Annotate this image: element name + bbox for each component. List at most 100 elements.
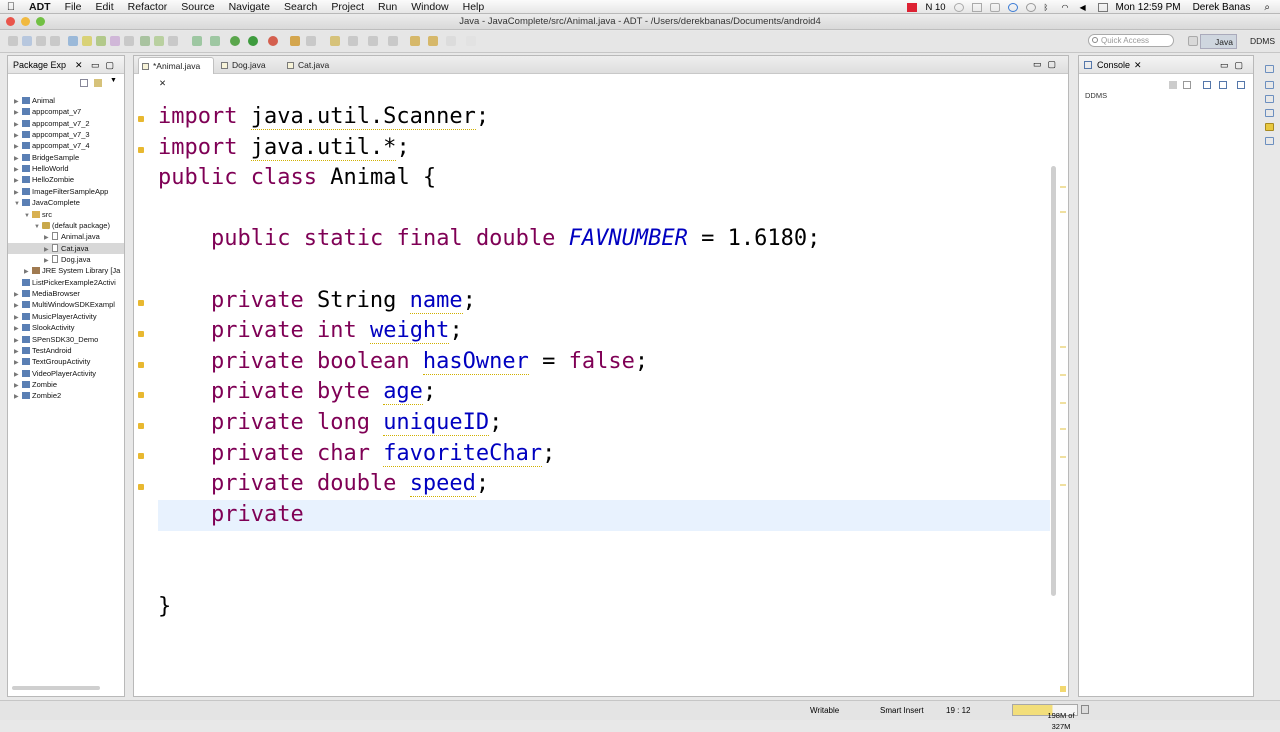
code-line[interactable]: import java.util.Scanner; [158, 102, 489, 132]
menu-file[interactable]: File [58, 1, 89, 13]
overview-marker[interactable] [1060, 456, 1066, 458]
quick-access-input[interactable]: Quick Access [1088, 34, 1174, 47]
warning-icon[interactable] [138, 392, 144, 398]
new-xml-icon[interactable] [124, 36, 134, 46]
tree-item[interactable]: ▶ HelloWorld [8, 163, 124, 174]
save-all-icon[interactable] [36, 36, 46, 46]
record-icon[interactable] [907, 2, 918, 12]
spotlight-icon[interactable]: ⌕ [1264, 2, 1270, 13]
warning-icon[interactable] [138, 423, 144, 429]
avd-manager-icon[interactable] [82, 36, 92, 46]
menu-run[interactable]: Run [371, 1, 404, 13]
code-line[interactable]: private boolean hasOwner = false; [158, 347, 648, 377]
toggle-annotations-icon[interactable] [348, 36, 358, 46]
task-list-icon[interactable] [1265, 95, 1274, 103]
bell-icon[interactable] [953, 2, 964, 12]
menu-source[interactable]: Source [174, 1, 221, 13]
code-line[interactable]: private int weight; [158, 316, 463, 346]
expand-icon[interactable]: ▶ [14, 392, 22, 403]
tree-item[interactable]: ▶ appcompat_v7 [8, 106, 124, 117]
annotation-ruler[interactable] [138, 76, 154, 696]
code-line[interactable]: public class Animal { [158, 163, 436, 193]
warning-icon[interactable] [138, 484, 144, 490]
forward-icon[interactable] [428, 36, 438, 46]
tree-item[interactable]: ▶ ImageFilterSampleApp [8, 186, 124, 197]
tree-item[interactable]: ▶ Zombie [8, 379, 124, 390]
tab-dog-java[interactable]: Dog.java [218, 57, 278, 74]
skip-breakpoints-icon[interactable] [192, 36, 202, 46]
collapse-all-icon[interactable] [80, 79, 88, 87]
menu-navigate[interactable]: Navigate [222, 1, 277, 13]
tree-item[interactable]: ListPickerExample2Activi [8, 277, 124, 288]
tree-item[interactable]: ▶ appcompat_v7_2 [8, 118, 124, 129]
bluetooth-icon[interactable]: ᛒ [1044, 3, 1054, 12]
external-tools-icon[interactable] [268, 36, 278, 46]
code-line[interactable]: } [158, 592, 171, 622]
garbage-collect-icon[interactable] [1081, 705, 1089, 714]
tree-item[interactable]: ▶ Animal [8, 95, 124, 106]
print-icon[interactable] [50, 36, 60, 46]
tree-item[interactable]: ▶ MediaBrowser [8, 288, 124, 299]
user-name[interactable]: Derek Banas [1193, 2, 1251, 13]
tree-item[interactable]: ▶ appcompat_v7_4 [8, 140, 124, 151]
close-icon[interactable]: ✕ [1134, 56, 1142, 74]
cloud-icon[interactable] [989, 2, 1000, 12]
tree-item[interactable]: ▶ TestAndroid [8, 345, 124, 356]
last-edit-location-icon[interactable] [466, 36, 476, 46]
overview-marker[interactable] [1060, 186, 1066, 188]
menu-project[interactable]: Project [324, 1, 371, 13]
tree-item[interactable]: ▶ Zombie2 [8, 390, 124, 401]
outline-icon[interactable] [1265, 81, 1274, 89]
display-console-icon[interactable] [1219, 81, 1227, 89]
tree-item[interactable]: ▶ MusicPlayerActivity [8, 311, 124, 322]
minimize-maximize-icons[interactable]: ▭▢ [1220, 56, 1249, 74]
tree-item[interactable]: ▶ TextGroupActivity [8, 356, 124, 367]
overview-marker[interactable] [1060, 428, 1066, 430]
code-line[interactable]: import java.util.*; [158, 133, 410, 163]
tree-item[interactable]: ▼ (default package) [8, 220, 124, 231]
hierarchy-icon[interactable] [1265, 137, 1274, 145]
vertical-scrollbar[interactable] [1051, 166, 1056, 596]
tree-item[interactable]: ▶ SPenSDK30_Demo [8, 334, 124, 345]
coverage-icon[interactable] [290, 36, 300, 46]
android-sdk-icon[interactable] [68, 36, 78, 46]
menu-refactor[interactable]: Refactor [121, 1, 175, 13]
close-tab-icon[interactable]: ✕ [159, 78, 166, 88]
horizontal-scrollbar[interactable] [12, 686, 100, 690]
tab-animal-java[interactable]: *Animal.java ✕ [138, 57, 214, 88]
overview-marker[interactable] [1060, 402, 1066, 404]
wifi-icon[interactable]: ◠ [1062, 3, 1072, 12]
debug-icon[interactable] [210, 36, 220, 46]
tree-item[interactable]: ▶ Cat.java [8, 242, 124, 254]
heap-status[interactable]: 198M of 327M [1012, 704, 1078, 731]
tab-cat-java[interactable]: Cat.java [284, 57, 340, 74]
code-line[interactable]: private double speed; [158, 469, 489, 499]
restore-icon[interactable] [1265, 65, 1274, 73]
tree-item[interactable]: ▶ SlookActivity [8, 322, 124, 333]
menu-search[interactable]: Search [277, 1, 324, 13]
tree-item[interactable]: ▶ appcompat_v7_3 [8, 129, 124, 140]
menu-help[interactable]: Help [456, 1, 492, 13]
minimize-maximize-icons[interactable]: ▭▢ [91, 56, 120, 74]
tree-item[interactable]: ▶ BridgeSample [8, 152, 124, 163]
tree-item[interactable]: ▼ JavaComplete [8, 197, 124, 208]
dropbox-icon[interactable] [1007, 2, 1018, 12]
volume-icon[interactable]: ◀ [1080, 3, 1090, 12]
warning-icon[interactable] [138, 147, 144, 153]
open-perspective-icon[interactable] [1188, 36, 1198, 46]
tree-item[interactable]: ▶ VideoPlayerActivity [8, 368, 124, 379]
code-line[interactable]: private byte age; [158, 377, 436, 407]
time-machine-icon[interactable] [1025, 2, 1036, 12]
new-class-icon[interactable] [154, 36, 164, 46]
tree-item[interactable]: ▶ MultiWindowSDKExampl [8, 299, 124, 310]
code-line[interactable]: private long uniqueID; [158, 408, 502, 438]
overview-marker[interactable] [1060, 346, 1066, 348]
code-line[interactable]: public static final double FAVNUMBER = 1… [158, 224, 820, 254]
code-line[interactable]: private char favoriteChar; [158, 439, 555, 469]
apple-menu-icon[interactable]:  [0, 1, 22, 13]
warning-icon[interactable] [138, 300, 144, 306]
view-menu-icon[interactable]: ▼ [110, 77, 117, 84]
back-icon[interactable] [410, 36, 420, 46]
clock[interactable]: Mon 12:59 PM [1116, 2, 1181, 13]
scroll-lock-icon[interactable] [1183, 81, 1191, 89]
